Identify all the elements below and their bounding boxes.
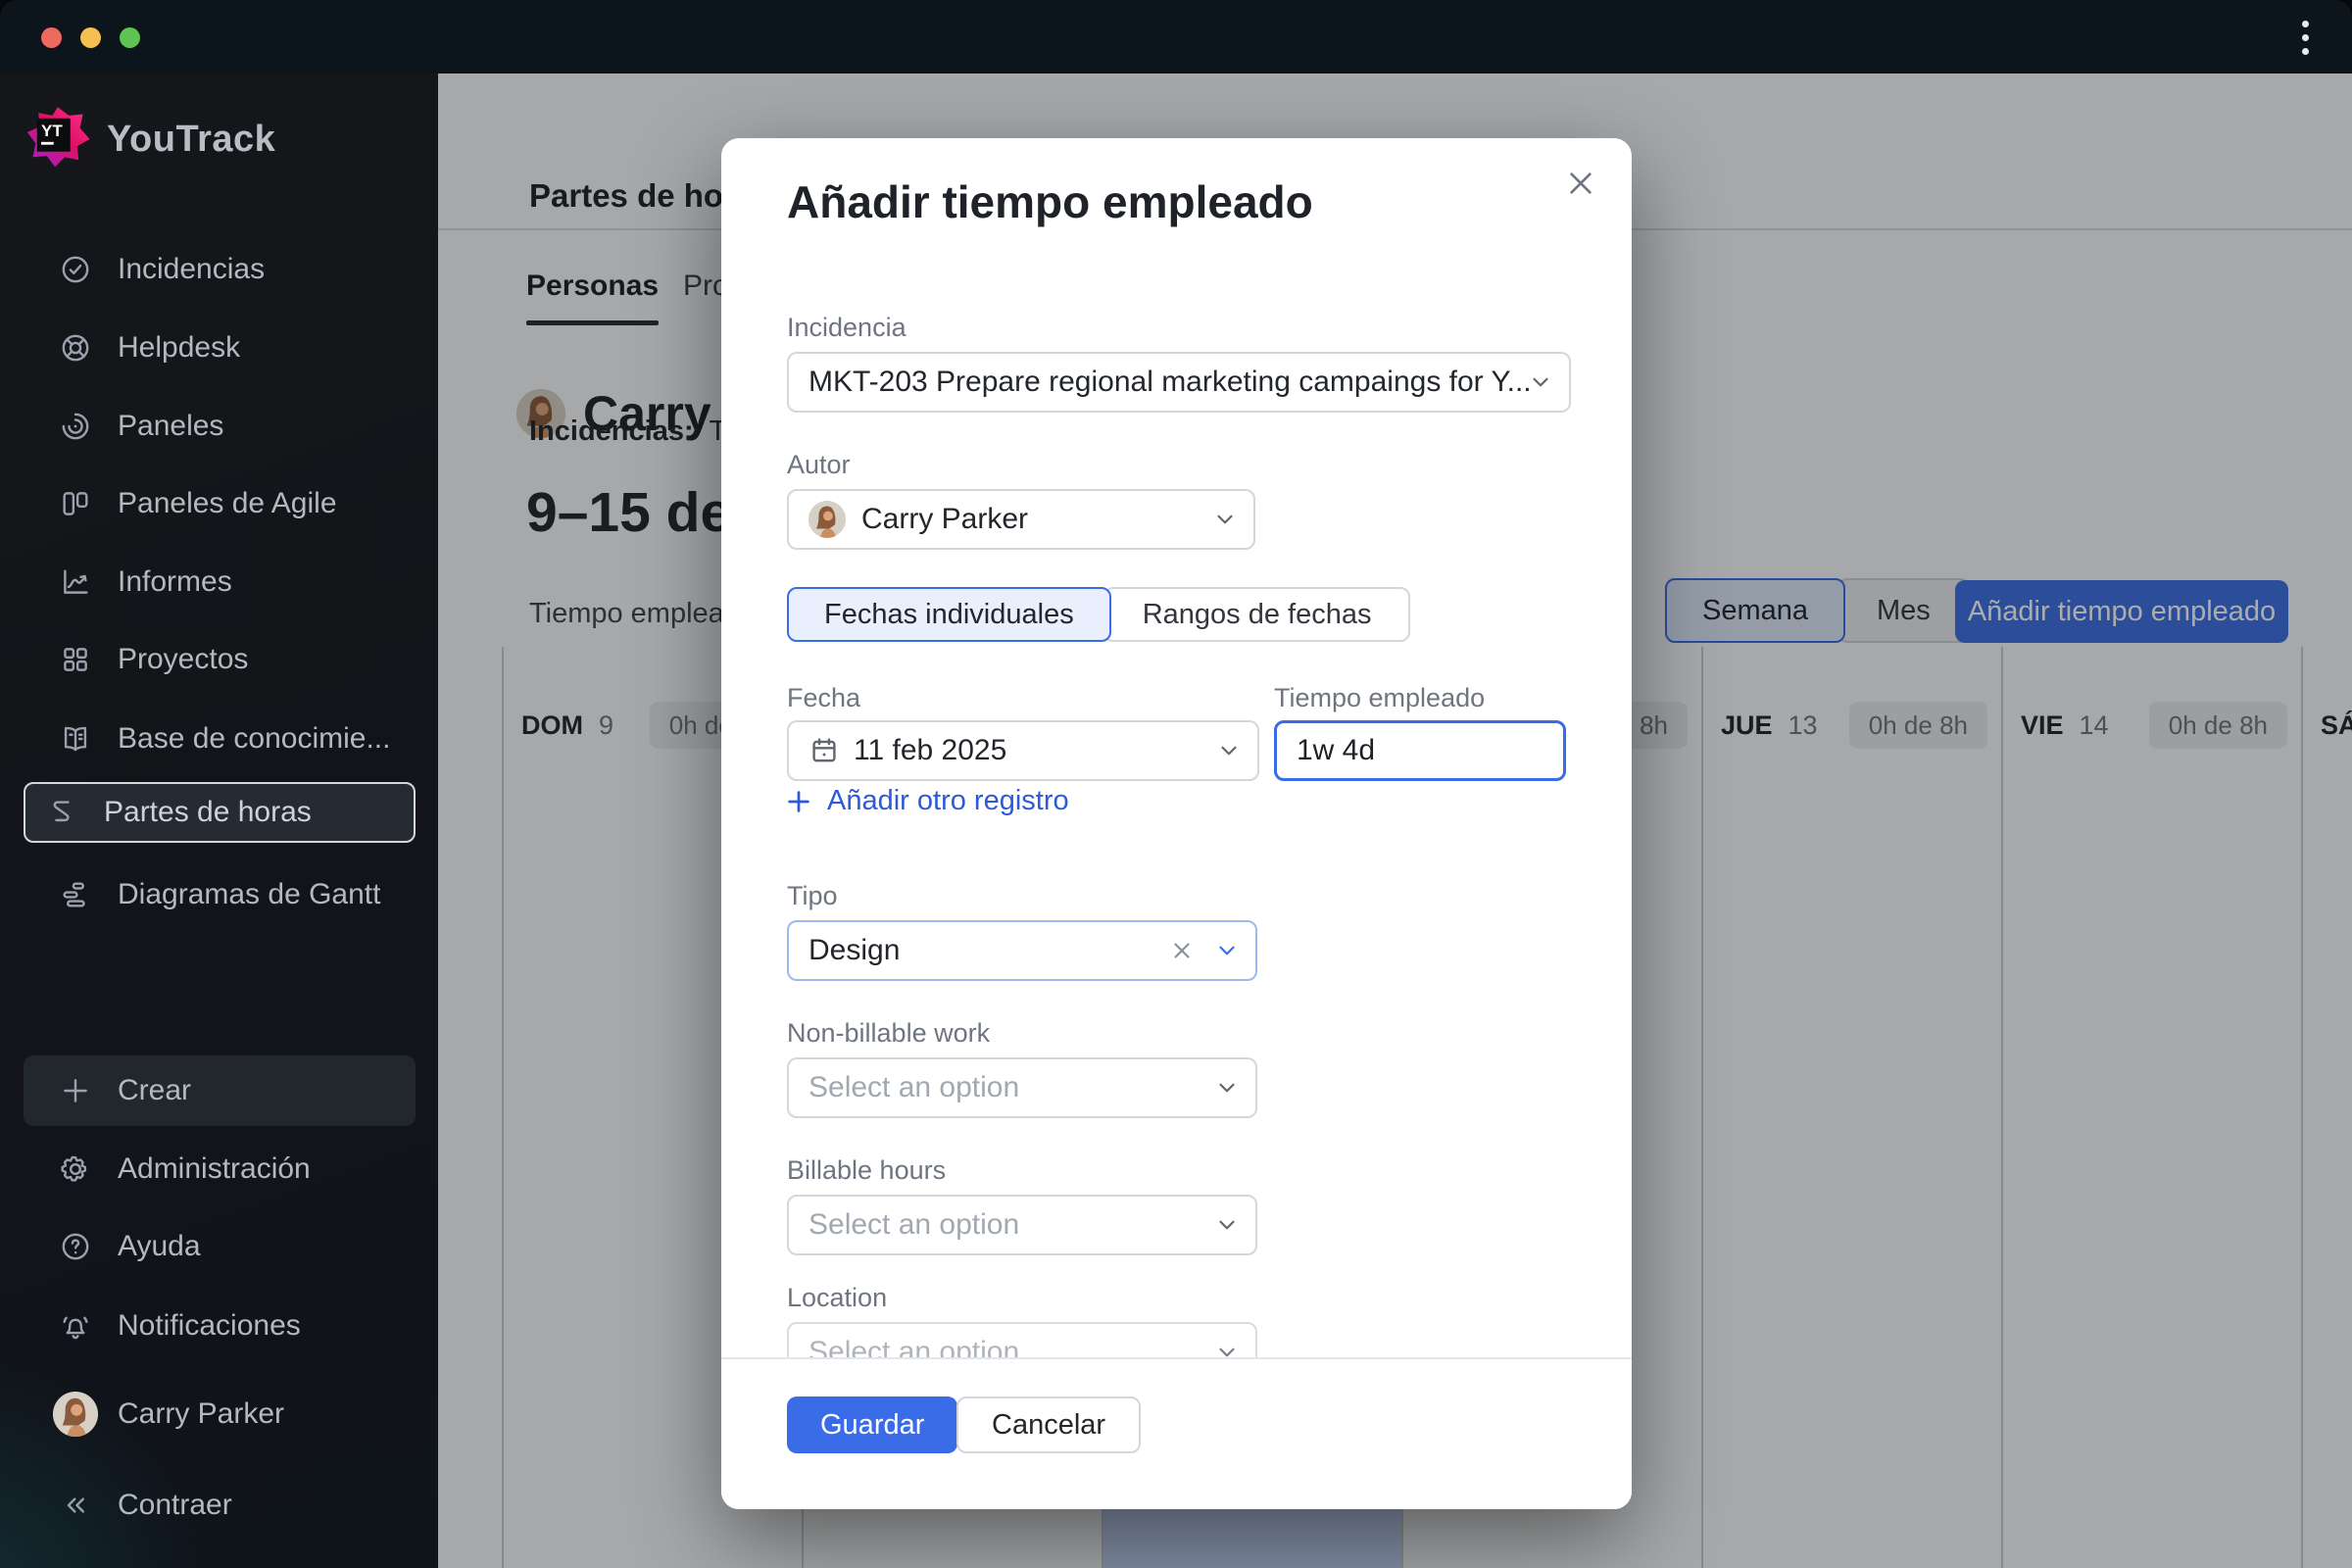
sidebar-item-incidencias[interactable]: Incidencias [24,234,416,305]
sidebar-item-helpdesk[interactable]: Helpdesk [24,313,416,383]
help-circle-icon [59,1230,92,1263]
dialog-title: Añadir tiempo empleado [787,176,1313,227]
non-billable-select[interactable]: Select an option [787,1057,1257,1118]
plus-icon [788,790,809,812]
issue-label: Incidencia [787,313,906,342]
book-open-icon [59,722,92,756]
svg-text:YT: YT [41,122,63,140]
chevron-down-icon [1214,1075,1240,1101]
close-icon[interactable] [1557,160,1604,207]
close-window-button[interactable] [41,27,62,48]
author-avatar [808,501,846,538]
date-mode-toggle: Fechas individuales Rangos de fechas [787,587,1411,642]
spent-time-input[interactable] [1274,720,1566,781]
hourglass-icon [45,796,78,829]
chevron-down-icon [1528,369,1553,395]
sidebar-item-diagramas-de-gantt[interactable]: Diagramas de Gantt [24,859,416,930]
date-label: Fecha [787,683,861,712]
gauge-icon [59,410,92,443]
youtrack-logo[interactable]: YT YouTrack [24,106,275,172]
sidebar-item-paneles-de-agile[interactable]: Paneles de Agile [24,468,416,539]
cancel-button[interactable]: Cancelar [956,1396,1142,1453]
sidebar-item-paneles[interactable]: Paneles [24,391,416,462]
spent-time-label: Tiempo empleado [1274,683,1486,712]
chevron-down-icon [1212,507,1238,532]
add-spent-time-dialog: Añadir tiempo empleado Incidencia MKT-20… [721,138,1632,1509]
billable-hours-select[interactable]: Select an option [787,1195,1257,1255]
sidebar-item-proyectos[interactable]: Proyectos [24,624,416,695]
author-select[interactable]: Carry Parker [787,489,1255,550]
sidebar-item-partes-de-horas[interactable]: Partes de horas [24,782,416,843]
check-circle-icon [59,253,92,286]
sidebar-item-base-de-conocimiento[interactable]: Base de conocimie... [24,704,416,774]
sidebar-collapse-button[interactable]: Contraer [24,1470,416,1541]
zoom-window-button[interactable] [120,27,140,48]
create-button[interactable]: Crear [24,1055,416,1126]
date-ranges-button[interactable]: Rangos de fechas [1102,587,1411,642]
lifebuoy-icon [59,331,92,365]
logo-wordmark: YouTrack [107,118,276,160]
sidebar-item-administracion[interactable]: Administración [24,1134,416,1204]
billable-hours-label: Billable hours [787,1155,947,1185]
kebab-menu-icon[interactable] [2293,16,2317,59]
chevron-down-icon [1214,1212,1240,1238]
sidebar: YT YouTrack Incidencias Helpdesk Paneles [0,74,438,1568]
date-select[interactable]: 11 feb 2025 [787,720,1259,781]
sidebar-item-notificaciones[interactable]: Notificaciones [24,1291,416,1361]
bell-icon [59,1309,92,1343]
grid-icon [59,643,92,676]
user-avatar [53,1392,98,1437]
dialog-footer: Guardar Cancelar [721,1357,1632,1509]
sidebar-item-profile[interactable]: Carry Parker [24,1379,416,1449]
main-content: Partes de horas Personas Pro Carry P Inc… [438,74,2352,1568]
chart-line-icon [59,565,92,599]
sidebar-item-informes[interactable]: Informes [24,547,416,617]
save-button[interactable]: Guardar [787,1396,958,1453]
type-label: Tipo [787,881,838,910]
app-window: YT YouTrack Incidencias Helpdesk Paneles [0,0,2352,1568]
collapse-icon [59,1489,92,1522]
type-select[interactable]: Design [787,920,1257,981]
clear-icon[interactable] [1169,938,1195,963]
gantt-icon [59,878,92,911]
calendar-icon [808,735,840,766]
gear-icon [59,1152,92,1186]
chevron-down-icon [1216,738,1242,763]
macos-titlebar [0,0,2352,74]
location-label: Location [787,1283,888,1312]
chevron-down-icon [1214,938,1240,963]
add-another-record-link[interactable]: Añadir otro registro [784,785,1069,817]
author-label: Autor [787,450,851,479]
individual-dates-button[interactable]: Fechas individuales [787,587,1111,642]
sidebar-item-ayuda[interactable]: Ayuda [24,1211,416,1282]
plus-icon [59,1074,92,1107]
youtrack-logo-icon: YT [24,106,91,172]
issue-select[interactable]: MKT-203 Prepare regional marketing campa… [787,352,1571,413]
non-billable-label: Non-billable work [787,1018,991,1048]
minimize-window-button[interactable] [80,27,101,48]
agile-board-icon [59,487,92,520]
